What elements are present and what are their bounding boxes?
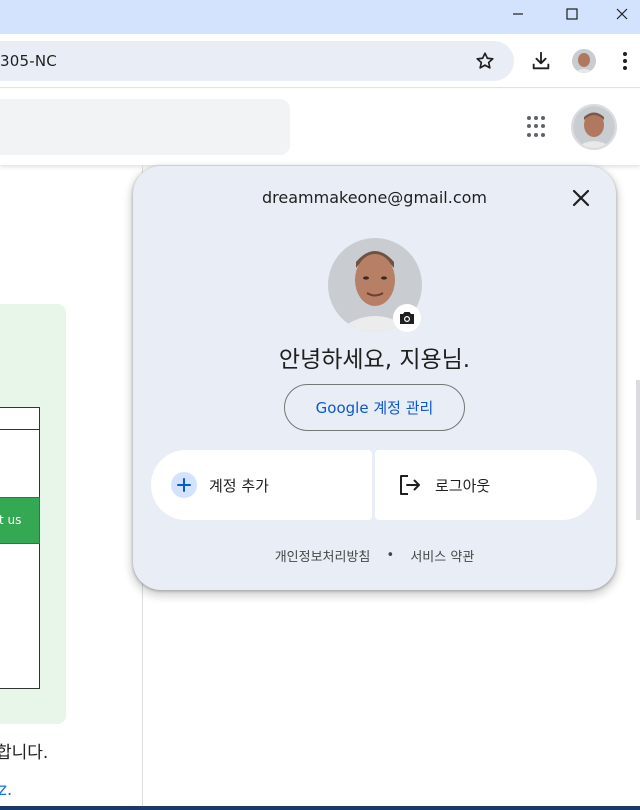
change-photo-button[interactable] — [393, 304, 421, 332]
footer-links: 개인정보처리방침 • 서비스 약관 — [133, 546, 616, 565]
page-search-box[interactable] — [0, 99, 290, 155]
maximize-button[interactable] — [548, 0, 596, 28]
logout-button[interactable]: 로그아웃 — [375, 450, 597, 520]
content-text-fragment: 합니다. — [0, 743, 49, 763]
privacy-policy-link[interactable]: 개인정보처리방침 — [275, 546, 371, 565]
browser-toolbar: 305-NC — [0, 34, 640, 88]
bookmark-star-icon[interactable] — [474, 50, 496, 72]
add-account-label: 계정 추가 — [209, 476, 269, 495]
add-account-button[interactable]: 계정 추가 — [151, 450, 372, 520]
account-popup: dreammakeone@gmail.com 안녕하세요, 지용님. Googl… — [133, 166, 616, 590]
apps-grid-icon[interactable] — [527, 116, 549, 138]
logout-label: 로그아웃 — [435, 476, 491, 495]
profile-avatar[interactable] — [572, 49, 596, 73]
minimize-button[interactable] — [494, 0, 542, 28]
content-frame-divider — [0, 429, 40, 430]
more-options-icon[interactable] — [617, 50, 633, 72]
camera-icon — [400, 312, 414, 324]
account-avatar[interactable] — [571, 104, 617, 150]
plus-icon — [171, 472, 197, 498]
scrollbar[interactable] — [636, 380, 640, 520]
content-frame — [0, 407, 40, 689]
maximize-icon — [566, 8, 578, 20]
logout-icon — [400, 475, 420, 495]
avatar-photo-icon — [573, 106, 615, 148]
terms-of-service-link[interactable]: 서비스 약관 — [410, 546, 474, 565]
avatar-photo-icon — [572, 49, 596, 73]
minimize-icon — [513, 13, 523, 15]
contact-button[interactable]: t us — [0, 497, 40, 544]
download-icon[interactable] — [530, 50, 552, 72]
taskbar-edge — [0, 806, 640, 810]
close-icon — [616, 8, 628, 20]
manage-account-button[interactable]: Google 계정 관리 — [284, 384, 465, 431]
greeting-text: 안녕하세요, 지용님. — [278, 347, 471, 373]
address-text: 305-NC — [0, 52, 57, 70]
account-email: dreammakeone@gmail.com — [261, 188, 487, 207]
page-header — [0, 89, 640, 165]
window-titlebar — [0, 0, 640, 34]
window-close-button[interactable] — [598, 0, 640, 28]
address-bar[interactable]: 305-NC — [0, 41, 514, 81]
close-icon[interactable] — [569, 186, 593, 210]
footer-separator: • — [386, 548, 395, 563]
account-actions: 계정 추가 로그아웃 — [151, 450, 597, 520]
content-link-fragment[interactable]: z. — [0, 780, 12, 800]
